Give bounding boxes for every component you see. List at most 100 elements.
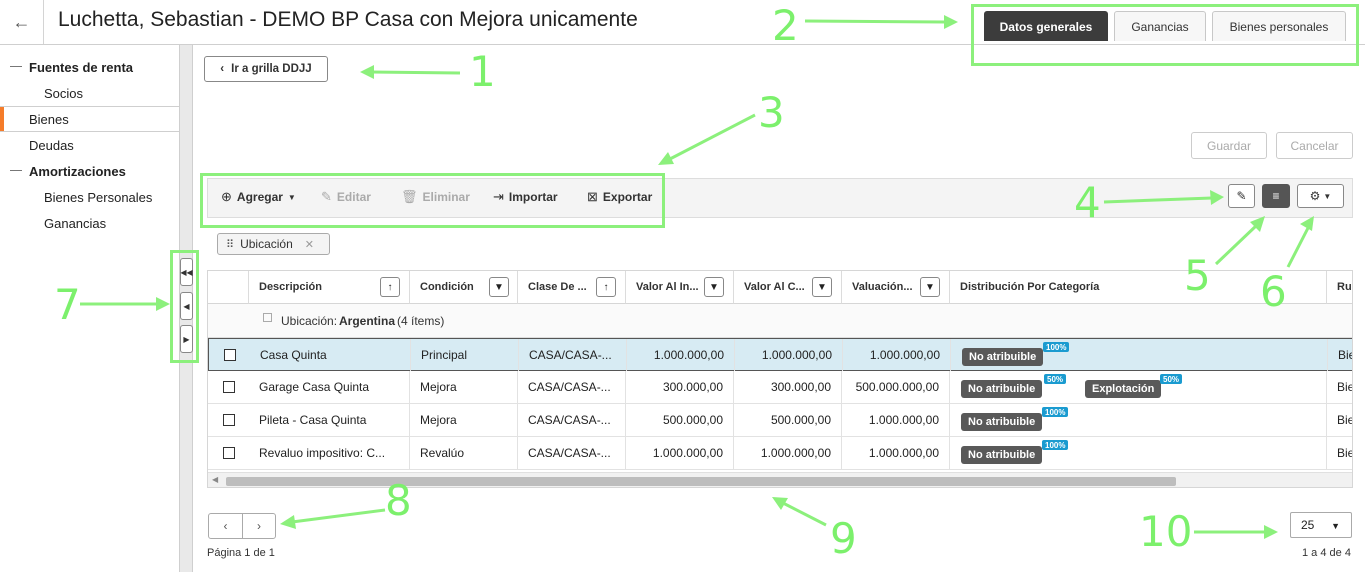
save-button[interactable]: Guardar bbox=[1191, 132, 1267, 159]
cell-ru: Bie bbox=[1337, 446, 1353, 460]
column-header-clase[interactable]: Clase De ... ↑ bbox=[518, 271, 626, 304]
collapse-icon bbox=[10, 66, 22, 67]
cell-valor-inicio: 1.000.000,00 bbox=[626, 437, 734, 469]
cell-descripcion: Pileta - Casa Quinta bbox=[249, 404, 410, 436]
column-header-ru[interactable]: Ru bbox=[1327, 271, 1352, 304]
sidebar-item-ganancias[interactable]: Ganancias bbox=[0, 210, 179, 236]
settings-menu-button[interactable]: ⚙ ▼ bbox=[1297, 184, 1344, 208]
annotation-number: 6 bbox=[1260, 267, 1287, 316]
cancel-button[interactable]: Cancelar bbox=[1276, 132, 1353, 159]
chevron-left-icon: ‹ bbox=[220, 63, 225, 75]
table-row[interactable]: Garage Casa Quinta Mejora CASA/CASA-... … bbox=[208, 371, 1352, 404]
back-arrow-icon[interactable]: ← bbox=[0, 0, 44, 44]
sidebar-item-amortizaciones[interactable]: Amortizaciones bbox=[0, 158, 179, 184]
annotation-number: 1 bbox=[469, 47, 496, 96]
filter-dropdown-icon[interactable]: ▼ bbox=[812, 277, 832, 297]
sidebar-item-label: Deudas bbox=[29, 137, 74, 153]
sidebar-item-bienes-personales[interactable]: Bienes Personales bbox=[0, 184, 179, 210]
cell-clase: CASA/CASA-... bbox=[518, 437, 626, 469]
category-tag: No atribuible bbox=[961, 413, 1043, 431]
annotation-number: 2 bbox=[772, 1, 799, 50]
cell-descripcion: Casa Quinta bbox=[250, 339, 411, 371]
row-checkbox[interactable] bbox=[224, 349, 236, 361]
column-header-condicion[interactable]: Condición ▼ bbox=[410, 271, 518, 304]
cell-condicion: Revalúo bbox=[410, 437, 518, 469]
page-size-value: 25 bbox=[1301, 518, 1315, 532]
column-label: Condición bbox=[420, 281, 474, 293]
edit-mode-button[interactable]: ✎ bbox=[1228, 184, 1255, 208]
chevron-right-icon[interactable]: › bbox=[241, 514, 275, 538]
sort-icon[interactable]: ↑ bbox=[596, 277, 616, 297]
cell-distribucion: No atribuible 100% bbox=[950, 437, 1327, 469]
column-label: Clase De ... bbox=[528, 281, 587, 293]
select-all-column[interactable] bbox=[208, 271, 249, 304]
cell-condicion: Mejora bbox=[410, 371, 518, 403]
cell-ru: Bie bbox=[1338, 348, 1352, 362]
list-view-button[interactable]: ≡ bbox=[1262, 184, 1290, 208]
annotation-number: 5 bbox=[1184, 251, 1211, 300]
percent-badge: 100% bbox=[1043, 342, 1070, 352]
filter-dropdown-icon[interactable]: ▼ bbox=[489, 277, 509, 297]
cell-valuacion: 1.000.000,00 bbox=[842, 404, 950, 436]
column-header-valuacion[interactable]: Valuación... ▼ bbox=[842, 271, 950, 304]
cell-valuacion: 1.000.000,00 bbox=[842, 437, 950, 469]
table-row[interactable]: Casa Quinta Principal CASA/CASA-... 1.00… bbox=[208, 338, 1352, 371]
cell-clase: CASA/CASA-... bbox=[519, 339, 627, 371]
page-size-select[interactable]: 25 ▼ bbox=[1290, 512, 1352, 538]
group-label: Ubicación: bbox=[281, 314, 338, 328]
sidebar-item-label: Bienes bbox=[29, 111, 69, 127]
collapse-group-icon[interactable] bbox=[263, 313, 272, 322]
filter-dropdown-icon[interactable]: ▼ bbox=[704, 277, 724, 297]
percent-badge: 100% bbox=[1042, 440, 1069, 450]
column-header-descripcion[interactable]: Descripción ↑ bbox=[249, 271, 410, 304]
sidebar-item-deudas[interactable]: Deudas bbox=[0, 132, 179, 158]
row-checkbox[interactable] bbox=[223, 414, 235, 426]
table-row[interactable]: Revaluo impositivo: C... Revalúo CASA/CA… bbox=[208, 437, 1353, 470]
sidebar-item-socios[interactable]: Socios bbox=[0, 80, 179, 106]
row-checkbox[interactable] bbox=[223, 447, 235, 459]
sidebar-item-label: Socios bbox=[44, 85, 84, 101]
record-range: 1 a 4 de 4 bbox=[1302, 547, 1351, 559]
column-header-valor-cierre[interactable]: Valor Al C... ▼ bbox=[734, 271, 842, 304]
cell-clase: CASA/CASA-... bbox=[518, 404, 626, 436]
cell-valor-cierre: 1.000.000,00 bbox=[735, 339, 843, 371]
sidebar-item-fuentes-de-renta[interactable]: Fuentes de renta bbox=[0, 54, 179, 80]
data-grid: Descripción ↑ Condición ▼ Clase De ... ↑… bbox=[207, 270, 1353, 488]
page-title: Luchetta, Sebastian - DEMO BP Casa con M… bbox=[58, 8, 638, 31]
percent-badge: 50% bbox=[1044, 374, 1067, 384]
column-label: Valuación... bbox=[852, 281, 913, 293]
table-row[interactable]: Pileta - Casa Quinta Mejora CASA/CASA-..… bbox=[208, 404, 1353, 437]
filter-dropdown-icon[interactable]: ▼ bbox=[920, 277, 940, 297]
cell-descripcion: Garage Casa Quinta bbox=[249, 371, 410, 403]
percent-badge: 100% bbox=[1042, 407, 1069, 417]
cell-distribucion: No atribuible 100% bbox=[951, 339, 1328, 371]
category-tag: No atribuible bbox=[961, 380, 1043, 398]
cell-ru: Bie bbox=[1337, 413, 1353, 427]
column-label: Valor Al C... bbox=[744, 281, 805, 293]
scrollbar-thumb[interactable] bbox=[226, 477, 1176, 486]
chevron-left-icon[interactable]: ‹ bbox=[209, 514, 242, 538]
close-icon[interactable]: ✕ bbox=[305, 238, 314, 251]
sort-icon[interactable]: ↑ bbox=[380, 277, 400, 297]
horizontal-scrollbar[interactable]: ◀ bbox=[208, 472, 1352, 487]
gear-icon: ⚙ bbox=[1309, 189, 1321, 203]
group-by-chip[interactable]: ⠿ Ubicación ✕ bbox=[217, 233, 330, 255]
annotation-number: 3 bbox=[758, 88, 785, 137]
category-tag: No atribuible bbox=[961, 446, 1043, 464]
cell-condicion: Mejora bbox=[410, 404, 518, 436]
scroll-left-icon[interactable]: ◀ bbox=[212, 475, 218, 484]
row-checkbox[interactable] bbox=[223, 381, 235, 393]
cell-distribucion: No atribuible 50% Explotación 50% bbox=[950, 371, 1327, 403]
group-row[interactable]: Ubicación: Argentina (4 ítems) bbox=[208, 304, 1352, 338]
annotation-box-toolbar bbox=[200, 173, 665, 228]
sidebar-item-label: Amortizaciones bbox=[29, 163, 126, 179]
category-tag: Explotación bbox=[1085, 380, 1162, 398]
list-icon: ≡ bbox=[1272, 189, 1280, 203]
sidebar-item-bienes[interactable]: Bienes bbox=[0, 106, 179, 132]
goto-ddjj-grid-button[interactable]: ‹ Ir a grilla DDJJ bbox=[204, 56, 328, 82]
sidebar-item-label: Fuentes de renta bbox=[29, 59, 134, 75]
column-header-valor-inicio[interactable]: Valor Al In... ▼ bbox=[626, 271, 734, 304]
annotation-number: 8 bbox=[385, 476, 412, 525]
cell-valor-cierre: 300.000,00 bbox=[734, 371, 842, 403]
pencil-icon: ✎ bbox=[1236, 189, 1247, 203]
